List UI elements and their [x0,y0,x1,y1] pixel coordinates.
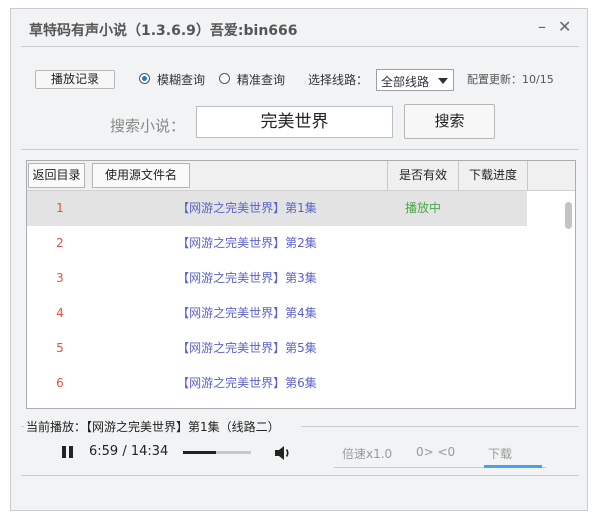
row-number: 2 [56,236,64,250]
row-status [383,226,463,261]
radio-exact[interactable] [219,73,230,84]
minimize-icon[interactable]: – [538,17,546,36]
use-source-filename-button[interactable]: 使用源文件名 [92,163,190,188]
playback-time: 6:59 / 14:34 [89,444,169,459]
title-divider [21,46,579,47]
table-row[interactable]: 6 【网游之完美世界】第6集 [27,366,527,401]
search-input[interactable]: 完美世界 [196,106,393,138]
pause-icon[interactable] [62,446,74,458]
back-to-catalog-button[interactable]: 返回目录 [28,163,85,188]
row-number: 3 [56,271,64,285]
radio-fuzzy-label[interactable]: 模糊查询 [157,71,205,88]
close-icon[interactable]: ✕ [558,17,571,36]
row-status [383,296,463,331]
config-update-label: 配置更新：10/15 [467,73,554,86]
table-scrollbar-thumb[interactable] [565,202,572,229]
playback-progress-fill [183,451,216,454]
chevron-down-icon [438,78,448,84]
row-episode-name: 【网游之完美世界】第2集 [177,236,317,250]
table-row[interactable]: 4 【网游之完美世界】第4集 [27,296,527,331]
row-number: 4 [56,306,64,320]
search-button[interactable]: 搜索 [404,104,495,139]
now-playing-rule-right [301,426,579,427]
row-number: 6 [56,376,64,390]
row-status [383,261,463,296]
table-row[interactable]: 2 【网游之完美世界】第2集 [27,226,527,261]
volume-icon[interactable] [274,445,292,465]
col-progress-header[interactable]: 下载进度 [458,161,528,190]
row-episode-name: 【网游之完美世界】第5集 [177,341,317,355]
radio-fuzzy[interactable] [139,73,150,84]
table-row[interactable]: 1 【网游之完美世界】第1集 播放中 [27,191,527,226]
row-status: 播放中 [404,201,441,215]
now-playing-rule-left [21,426,24,427]
app-window: 草特码有声小说（1.3.6.9）吾爱:bin666 – ✕ 播放记录 模糊查询 … [10,8,588,511]
row-episode-name: 【网游之完美世界】第3集 [177,271,317,285]
row-episode-name: 【网游之完美世界】第6集 [177,376,317,390]
pause-bar-left [62,446,66,458]
route-label: 选择线路： [308,73,369,87]
row-number: 5 [56,341,64,355]
row-status [383,331,463,366]
row-status [383,366,463,401]
history-button[interactable]: 播放记录 [35,70,115,89]
episode-table: 返回目录 使用源文件名 是否有效 下载进度 1 【网游之完美世界】第1集 播放中… [26,160,576,409]
search-divider [21,149,579,150]
now-playing-label: 当前播放：【网游之完美世界】第1集（线路二） [26,420,280,434]
download-active-indicator [484,465,542,468]
col-valid-header[interactable]: 是否有效 [387,161,458,190]
row-number: 1 [56,201,64,215]
table-row[interactable]: 3 【网游之完美世界】第3集 [27,261,527,296]
search-label: 搜索小说： [110,117,186,135]
radio-exact-label[interactable]: 精准查询 [237,71,285,88]
route-select[interactable]: 全部线路 [376,69,454,91]
row-episode-name: 【网游之完美世界】第1集 [177,201,317,215]
footer-divider [21,475,579,476]
playback-progress[interactable] [183,451,251,454]
skip-control[interactable]: 0> <0 [416,445,455,459]
speed-button[interactable]: 倍速x1.0 [342,445,392,462]
window-title: 草特码有声小说（1.3.6.9）吾爱:bin666 [29,23,298,39]
table-header: 返回目录 使用源文件名 是否有效 下载进度 [27,161,575,191]
row-episode-name: 【网游之完美世界】第4集 [177,306,317,320]
pause-bar-right [69,446,73,458]
route-select-value: 全部线路 [381,75,430,89]
table-row[interactable]: 5 【网游之完美世界】第5集 [27,331,527,366]
download-button[interactable]: 下载 [488,445,512,462]
